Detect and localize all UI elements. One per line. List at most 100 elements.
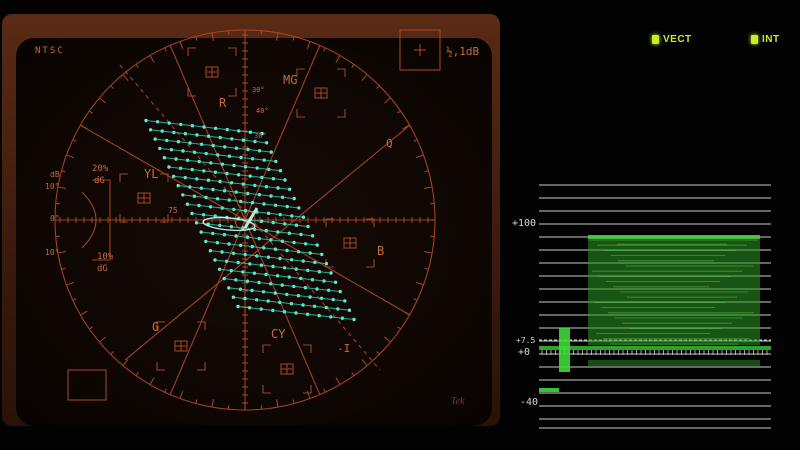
graticule-tick xyxy=(384,97,391,104)
graticule-tick xyxy=(397,326,401,330)
graticule-tick xyxy=(110,85,114,89)
graticule-tick xyxy=(211,399,214,408)
graticule-tick xyxy=(66,281,75,286)
graticule-tick xyxy=(402,310,410,316)
graticule-tick xyxy=(195,36,198,41)
graticule-tick xyxy=(99,336,106,343)
target-corner-mark xyxy=(262,385,271,394)
corner-box xyxy=(67,369,107,401)
graticule-tick xyxy=(351,64,355,68)
graticule-tick xyxy=(415,281,424,286)
graticule-tick xyxy=(384,336,391,343)
graticule-tick xyxy=(351,372,355,376)
graticule-tick xyxy=(149,55,155,63)
target-label-mg: MG xyxy=(283,73,298,87)
graticule-tick xyxy=(195,399,198,404)
target-corner-mark xyxy=(228,88,237,97)
graticule-tick xyxy=(376,351,380,355)
bezel-logo: Tek xyxy=(451,396,465,407)
graticule-tick xyxy=(424,267,429,270)
graticule-tick xyxy=(424,186,433,189)
graticule-tick xyxy=(135,64,139,68)
graticule-tick xyxy=(164,47,167,52)
graticule-tick xyxy=(361,359,368,366)
graticule-tick xyxy=(397,110,401,114)
int-label: INT xyxy=(762,33,780,45)
target-corner-mark xyxy=(296,109,305,118)
graticule-tick xyxy=(413,139,418,142)
graticule-tick xyxy=(164,388,167,393)
dg-upper-db: dB xyxy=(50,170,60,179)
dg-lower-dg: dG xyxy=(97,264,108,274)
target-corner-mark xyxy=(228,47,237,56)
dg-upper-dg: dG xyxy=(94,176,105,186)
graticule-tick xyxy=(80,310,88,316)
graticule-tick xyxy=(110,351,114,355)
dg-upper-pct: 20% xyxy=(92,164,109,174)
wfm-label-minus40: -40 xyxy=(520,397,539,408)
graticule-tick xyxy=(323,47,326,52)
graticule-tick xyxy=(424,251,433,254)
wfm-label-setup: +7.5 xyxy=(516,336,536,345)
graticule-tick xyxy=(276,399,279,408)
graticule-tick xyxy=(99,97,106,104)
target-corner-mark xyxy=(156,362,165,371)
graticule-tick xyxy=(135,372,139,376)
waveform-monitor: +100 +7.5 +0 -40 xyxy=(508,160,798,440)
target-corner-mark xyxy=(303,344,312,353)
graticule-tick xyxy=(335,377,341,385)
dg-lower-pct: 10% xyxy=(97,252,114,262)
target-corner-mark xyxy=(119,173,128,182)
dg-lower-deg: 10° xyxy=(45,248,60,257)
graticule-tick xyxy=(335,55,341,63)
graticule-tick xyxy=(424,170,429,173)
graticule-tick xyxy=(292,399,295,404)
graticule-tick xyxy=(376,85,380,89)
target-corner-mark xyxy=(262,344,271,353)
graticule-tick xyxy=(306,41,311,50)
target-corner-mark xyxy=(197,362,206,371)
target-label-b: B xyxy=(377,244,385,258)
target-corner-mark xyxy=(366,259,375,268)
vect-led-icon xyxy=(652,34,659,44)
graticule-tick xyxy=(415,154,424,159)
target-corner-mark xyxy=(187,47,196,56)
wfm-label-100: +100 xyxy=(512,218,537,229)
graticule-tick xyxy=(122,74,129,81)
dg-mark-75: 75 xyxy=(168,206,178,215)
phase-mark-30-top: 30° xyxy=(252,86,265,94)
target-corner-mark xyxy=(296,68,305,77)
graticule-tick xyxy=(80,124,88,130)
graticule-tick xyxy=(149,377,155,385)
graticule-tick xyxy=(89,110,93,114)
graticule-tick xyxy=(61,267,66,270)
mode-indicator-vect[interactable]: VECT xyxy=(652,33,692,45)
target-label-cy: CY xyxy=(271,327,286,341)
graticule-tick xyxy=(72,298,77,301)
target-corner-mark xyxy=(337,68,346,77)
wfm-low-trace xyxy=(588,360,760,366)
dg-upper-deg: 10° xyxy=(45,182,60,191)
graticule-tick xyxy=(61,170,66,173)
wfm-label-zero: +0 xyxy=(518,347,531,358)
graticule-tick xyxy=(292,36,295,41)
int-led-icon xyxy=(751,34,758,44)
graticule-tick xyxy=(323,388,326,393)
graticule-tick xyxy=(306,390,311,399)
phase-mark-30: 30° xyxy=(254,132,267,140)
phase-mark-40: 40° xyxy=(256,107,269,115)
standard-label: NTSC xyxy=(35,46,65,56)
target-label-yl: YL xyxy=(144,167,159,181)
scope-monitor: NTSC ½,1dB R MG B CY G YL Q -I 30° 40° 3… xyxy=(0,0,800,450)
axis-label-i: -I xyxy=(337,342,351,355)
graticule-tick xyxy=(72,139,77,142)
mode-indicator-int[interactable]: INT xyxy=(751,33,780,45)
graticule-tick xyxy=(179,390,184,399)
target-corner-mark xyxy=(337,109,346,118)
graticule-tick xyxy=(89,326,93,330)
graticule-tick xyxy=(211,32,214,41)
graticule-tick xyxy=(276,32,279,41)
graticule-tick xyxy=(66,154,75,159)
gain-label: ½,1dB xyxy=(446,45,480,58)
axis-label-q: Q xyxy=(386,137,393,150)
